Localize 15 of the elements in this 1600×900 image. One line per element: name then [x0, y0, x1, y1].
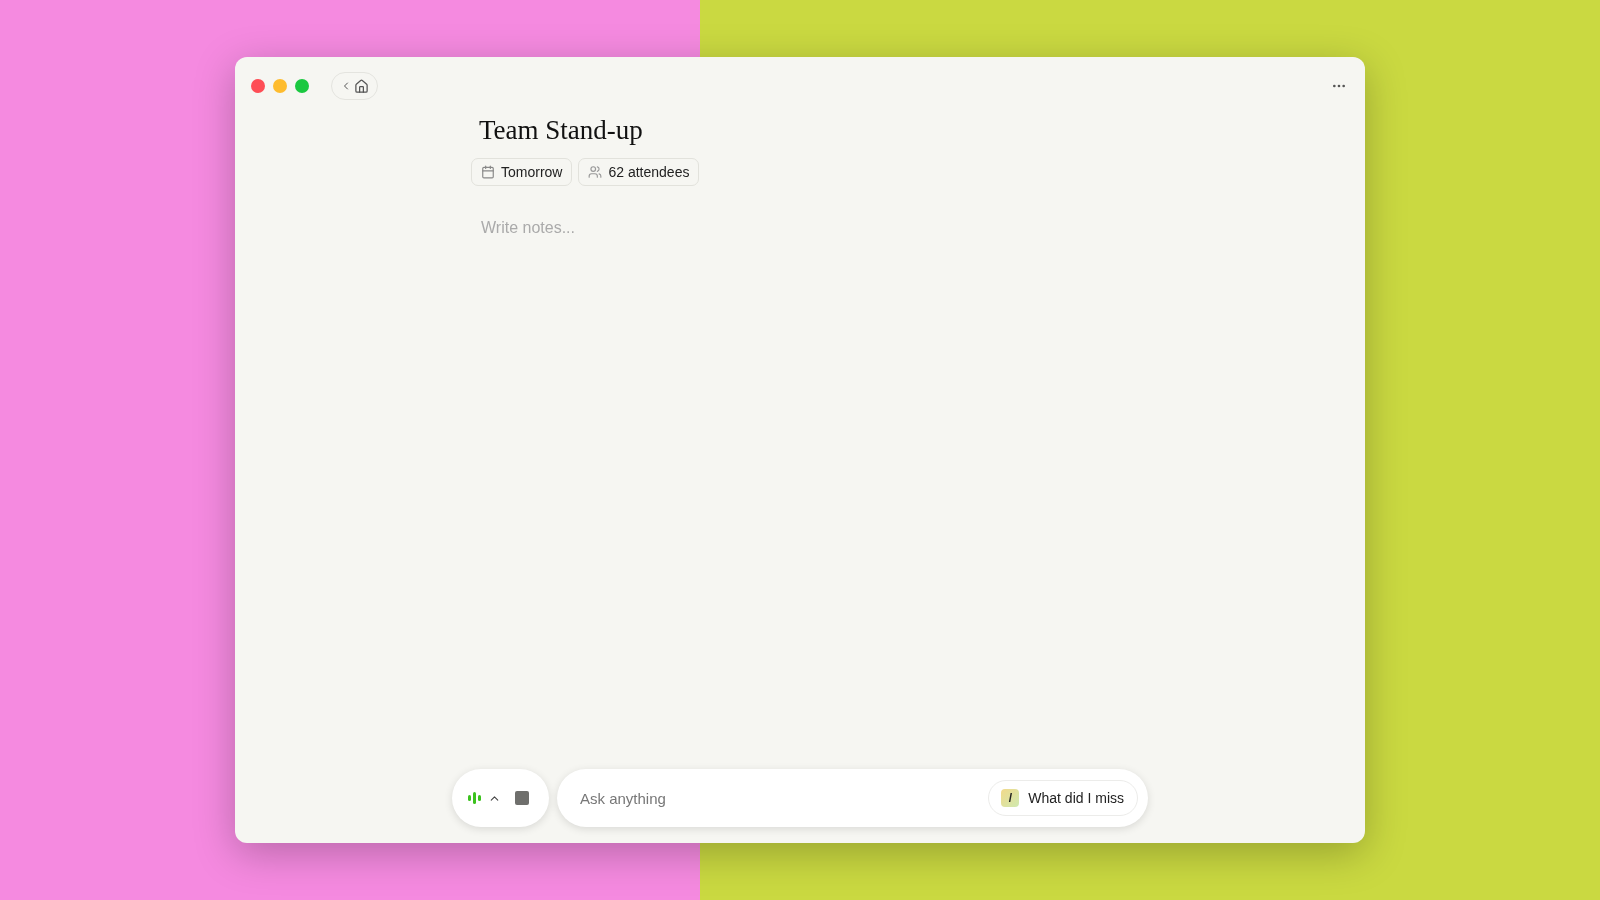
- close-button[interactable]: [251, 79, 265, 93]
- notes-field[interactable]: Write notes...: [479, 218, 1083, 238]
- calendar-icon: [481, 165, 495, 179]
- date-chip[interactable]: Tomorrow: [471, 158, 573, 186]
- stop-button[interactable]: [515, 791, 529, 805]
- audio-bars-icon: [468, 792, 482, 804]
- note-title: Team Stand-up: [479, 115, 643, 146]
- attendees-chip[interactable]: 62 attendees: [578, 158, 700, 186]
- suggestion-button[interactable]: / What did I miss: [988, 780, 1138, 816]
- suggestion-label: What did I miss: [1028, 790, 1124, 806]
- minimize-button[interactable]: [273, 79, 287, 93]
- shortcut-key: /: [1001, 789, 1020, 807]
- people-icon: [588, 165, 603, 179]
- home-icon: [354, 78, 369, 94]
- maximize-button[interactable]: [295, 79, 309, 93]
